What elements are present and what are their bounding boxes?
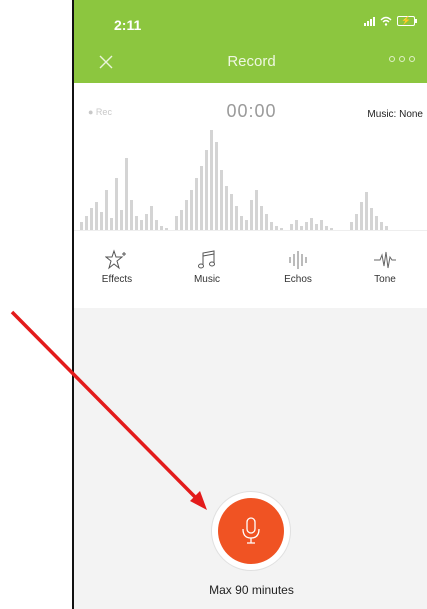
annotation-arrow <box>10 310 207 510</box>
